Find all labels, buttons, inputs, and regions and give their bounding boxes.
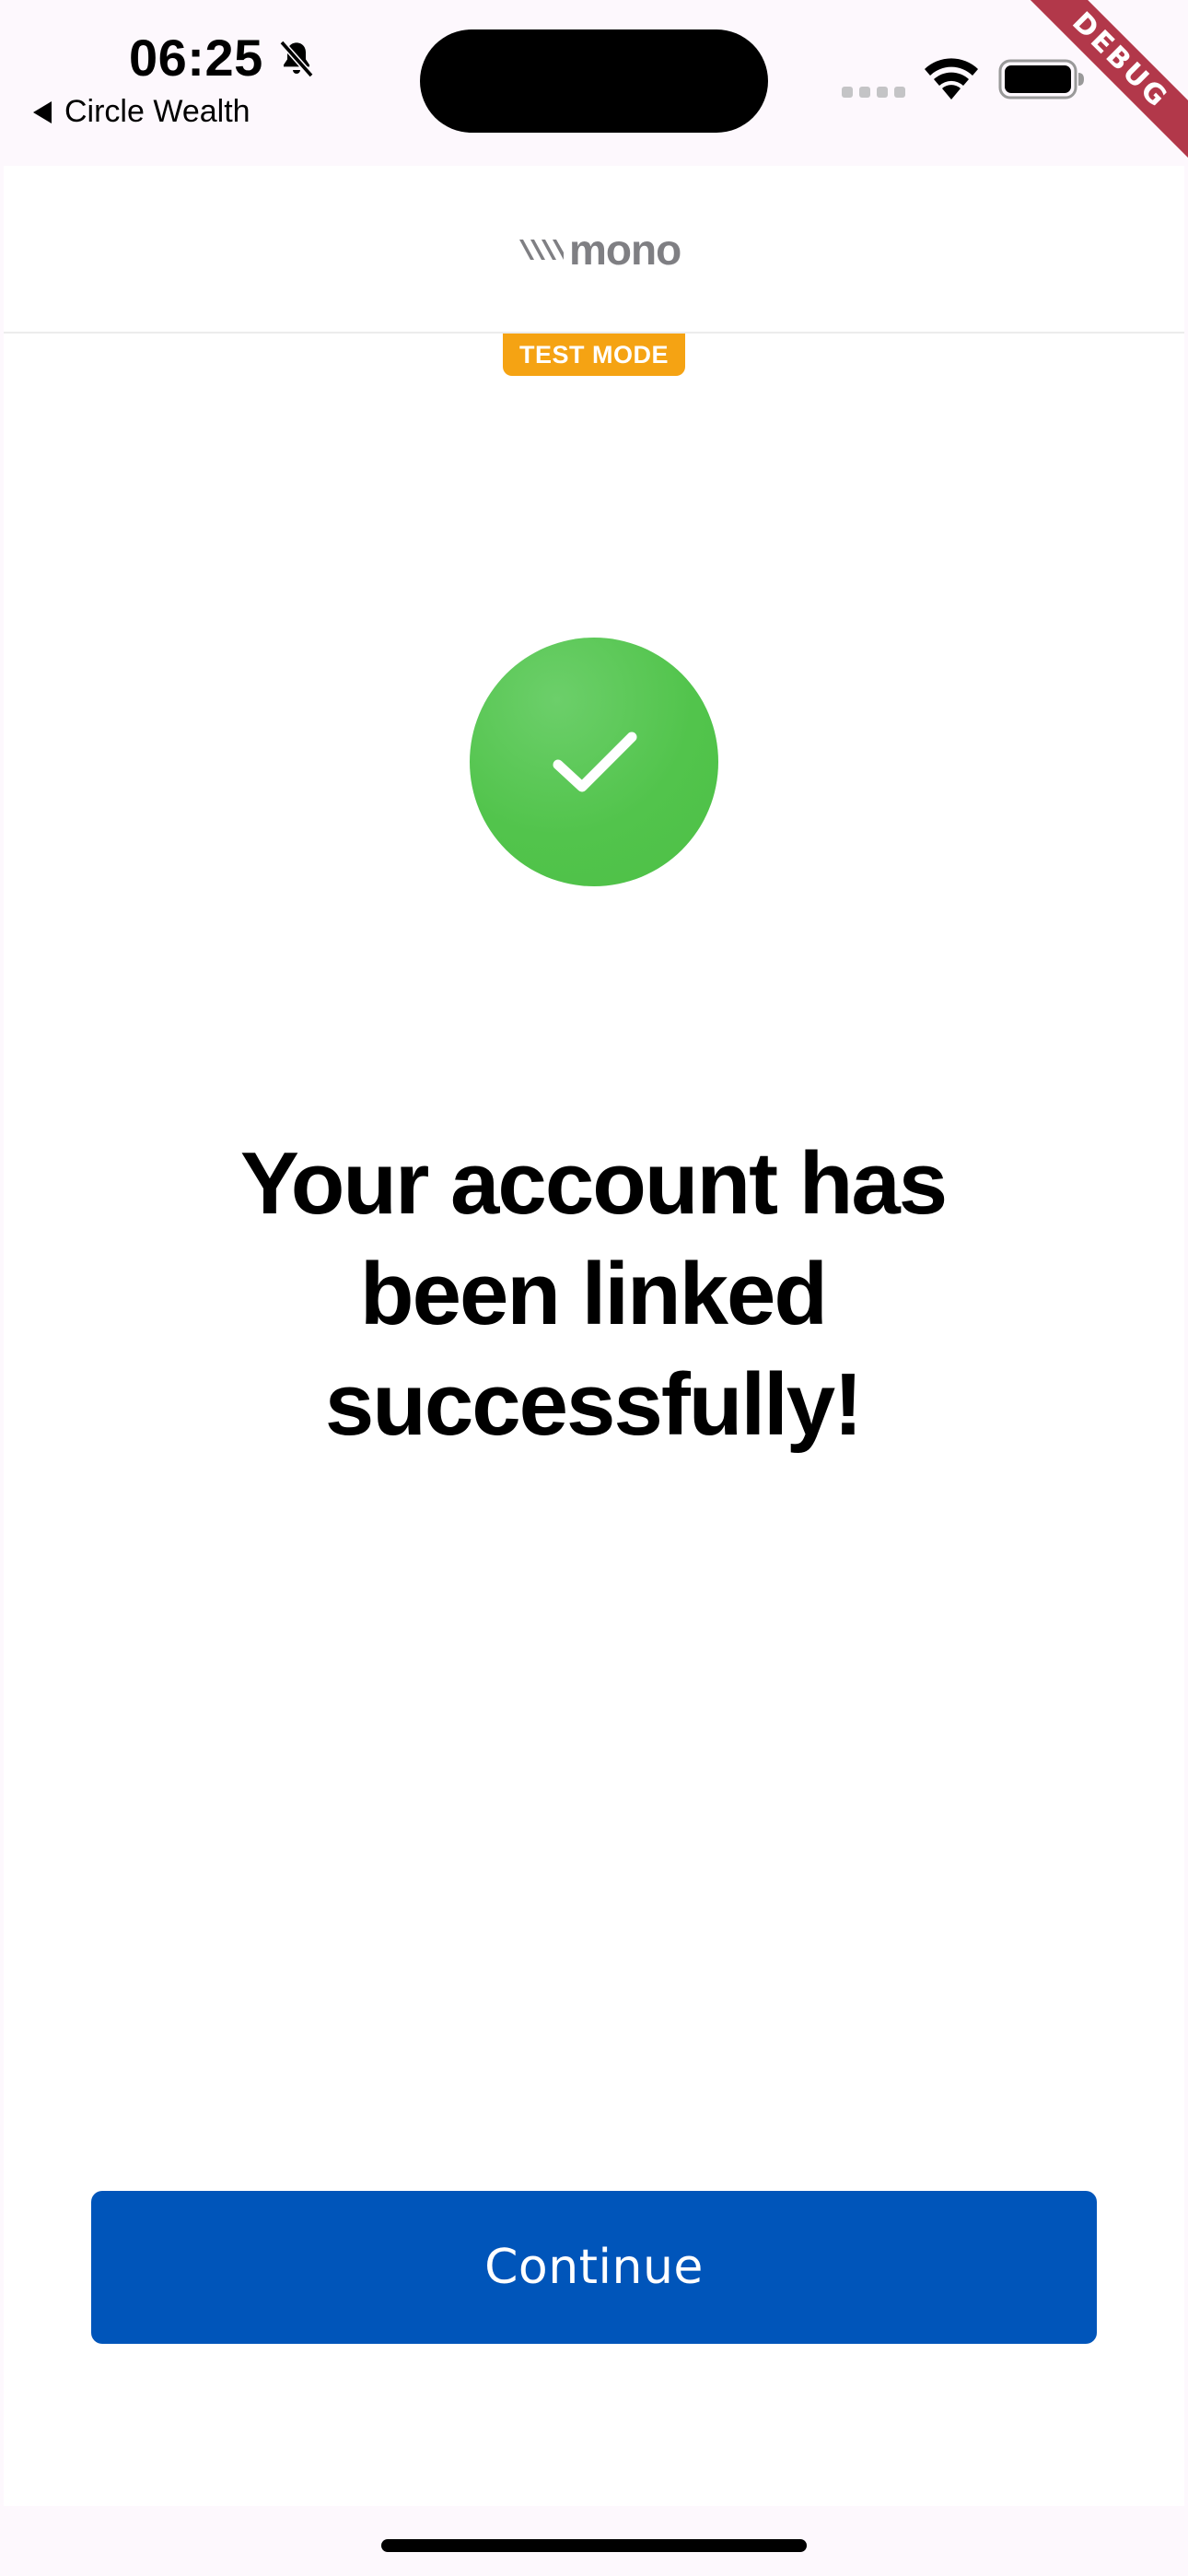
header-bar: mono bbox=[4, 166, 1184, 334]
home-indicator[interactable] bbox=[381, 2539, 807, 2552]
mono-logo-text: mono bbox=[569, 226, 681, 274]
mono-logo: mono bbox=[518, 225, 681, 275]
test-mode-badge: TEST MODE bbox=[503, 334, 685, 376]
debug-banner: DEBUG bbox=[1022, 0, 1188, 166]
bell-slash-icon bbox=[279, 40, 314, 78]
status-bar: 06:25 Circle Wealth DEBUG bbox=[0, 0, 1188, 166]
checkmark-icon bbox=[553, 732, 637, 792]
wifi-icon bbox=[925, 58, 978, 100]
success-title: Your account has been linked successfull… bbox=[239, 1134, 948, 1454]
continue-button[interactable]: Continue bbox=[91, 2191, 1097, 2344]
webview-content: mono TEST MODE Your account has been lin… bbox=[4, 166, 1184, 2506]
mono-logo-icon bbox=[519, 240, 564, 260]
signal-icon bbox=[842, 87, 905, 98]
debug-banner-label: DEBUG bbox=[1022, 0, 1188, 160]
status-time: 06:25 bbox=[129, 29, 263, 87]
back-arrow-icon bbox=[33, 100, 52, 123]
dynamic-island bbox=[420, 29, 768, 133]
success-status-badge bbox=[470, 638, 718, 886]
back-to-app-link[interactable]: Circle Wealth bbox=[33, 94, 250, 130]
back-app-label: Circle Wealth bbox=[64, 94, 250, 129]
